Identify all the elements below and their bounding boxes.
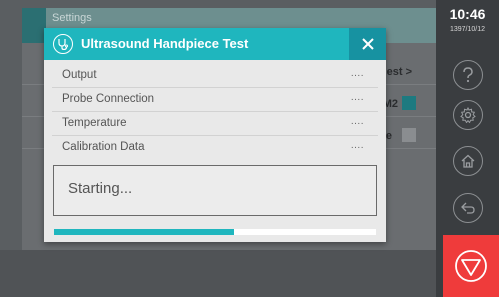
test-status: .... [350,92,364,103]
background-checkbox [402,128,416,142]
background-row-label: est > [386,66,412,78]
dialog-header: Ultrasound Handpiece Test [44,28,386,60]
test-row-calibration-data: Calibration Data .... [52,138,378,160]
clock-date: 1397/10/12 [449,26,486,33]
test-status: .... [350,116,364,127]
test-row-temperature: Temperature .... [52,114,378,136]
settings-button[interactable] [453,100,483,130]
help-button[interactable] [453,60,483,90]
background-header-accent [22,8,46,43]
help-icon [463,67,473,83]
progress-fill [54,229,235,235]
clock-time: 10:46 [449,6,486,22]
back-button[interactable] [453,193,483,223]
test-row-output: Output .... [52,66,378,88]
background-footer [0,250,436,297]
background-checkbox [402,96,416,110]
test-label: Probe Connection [62,93,155,105]
status-message: Starting... [68,180,133,197]
test-label: Output [62,69,97,81]
stethoscope-icon [53,34,73,54]
test-status: .... [350,68,364,79]
test-row-probe-connection: Probe Connection .... [52,90,378,112]
test-status: .... [350,140,364,151]
gear-icon [460,107,476,123]
emergency-stop-button[interactable] [443,235,499,297]
close-button[interactable] [349,28,386,60]
back-icon [461,202,475,214]
test-label: Calibration Data [62,141,145,153]
home-button[interactable] [453,146,483,176]
close-icon [361,38,374,50]
stop-icon [455,250,487,282]
status-message-box: Starting... [53,165,377,216]
dialog-title: Ultrasound Handpiece Test [81,36,249,51]
progress-bar [54,229,376,235]
test-label: Temperature [62,117,127,129]
background-title: Settings [52,12,92,24]
test-dialog: Ultrasound Handpiece Test Output .... Pr… [44,28,386,242]
home-icon [461,154,475,168]
